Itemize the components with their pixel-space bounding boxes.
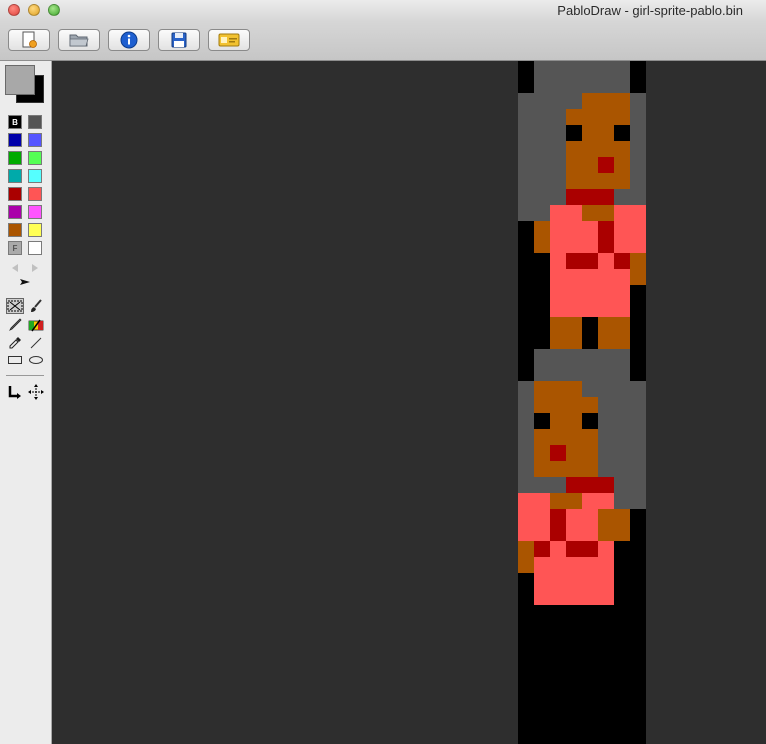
sprite-pixel-block xyxy=(614,125,630,141)
close-window-button[interactable] xyxy=(8,4,20,16)
sprite-pixel-block xyxy=(550,509,566,541)
palette-swatch-light-gray[interactable]: F xyxy=(8,241,22,255)
palette-swatch-cyan[interactable] xyxy=(8,169,22,183)
window-title: PabloDraw - girl-sprite-pablo.bin xyxy=(557,3,743,18)
folder-icon xyxy=(69,34,89,47)
ellipse-icon xyxy=(29,356,43,364)
tool-divider xyxy=(6,375,44,376)
palette-swatch-light-green[interactable] xyxy=(28,151,42,165)
title-bar: PabloDraw - girl-sprite-pablo.bin xyxy=(0,0,766,22)
palette-swatch-light-red[interactable] xyxy=(28,187,42,201)
brush-icon xyxy=(31,299,42,312)
color-brush-tool-button[interactable] xyxy=(27,317,45,333)
sprite-pixel-block xyxy=(534,381,582,397)
new-file-button[interactable] xyxy=(8,29,50,51)
save-button[interactable] xyxy=(158,29,200,51)
sprite-pixel-block xyxy=(582,205,614,221)
new-document-icon xyxy=(22,31,37,48)
sprite-pixel-block xyxy=(534,349,630,381)
sprite-pixel-block xyxy=(566,125,582,141)
minimize-window-button[interactable] xyxy=(28,4,40,16)
palette-swatch-blue[interactable] xyxy=(8,133,22,147)
palette-swatch-red[interactable] xyxy=(8,187,22,201)
sprite-pixel-block xyxy=(598,157,614,173)
palette-swatch-dark-gray[interactable] xyxy=(28,115,42,129)
line-icon xyxy=(30,337,42,349)
id-card-icon xyxy=(218,33,240,47)
sprite-pixel-block xyxy=(534,413,550,429)
toolbar xyxy=(0,22,766,61)
sprite-pixel-block xyxy=(566,189,614,205)
floppy-disk-icon xyxy=(171,32,187,48)
ansi-artwork xyxy=(518,61,646,744)
sprite-pixel-block xyxy=(566,477,614,493)
move-tool-button[interactable] xyxy=(27,384,45,400)
sprite-pixel-block xyxy=(582,413,598,429)
cursor-direction-icon xyxy=(8,386,21,399)
palette-swatch-magenta[interactable] xyxy=(8,205,22,219)
sprite-pixel-block xyxy=(582,93,630,109)
foreground-marker-label: F xyxy=(12,243,18,253)
rectangle-icon xyxy=(8,356,22,364)
selection-tool-button[interactable] xyxy=(6,298,24,314)
sauce-button[interactable] xyxy=(208,29,250,51)
palette-swatch-light-blue[interactable] xyxy=(28,133,42,147)
sprite-pixel-block xyxy=(534,541,550,557)
palette-swatch-white[interactable] xyxy=(28,241,42,255)
foreground-color-swatch[interactable] xyxy=(5,65,35,95)
palette-swatch-green[interactable] xyxy=(8,151,22,165)
sprite-pixel-block xyxy=(598,317,630,349)
sprite-pixel-block xyxy=(566,541,598,557)
sprite-pixel-block xyxy=(534,221,550,253)
sprite-pixel-block xyxy=(550,493,582,509)
palette-swatch-black[interactable]: B xyxy=(8,115,22,129)
cursor-direction-tool-button[interactable] xyxy=(6,384,24,400)
rectangle-tool-button[interactable] xyxy=(6,352,24,368)
zoom-window-button[interactable] xyxy=(48,4,60,16)
ellipse-tool-button[interactable] xyxy=(27,352,45,368)
drawing-canvas[interactable] xyxy=(52,61,766,744)
sprite-pixel-block xyxy=(550,317,582,349)
next-arrow-icon[interactable] xyxy=(30,263,40,273)
sprite-pixel-block xyxy=(598,509,630,541)
eyedropper-tool-button[interactable] xyxy=(6,335,24,351)
sprite-pixel-block xyxy=(566,253,598,269)
palette-swatch-light-cyan[interactable] xyxy=(28,169,42,183)
line-tool-button[interactable] xyxy=(27,335,45,351)
background-marker-label: B xyxy=(12,117,18,127)
palette-swatch-brown[interactable] xyxy=(8,223,22,237)
info-icon xyxy=(120,31,138,49)
info-button[interactable] xyxy=(108,29,150,51)
eyedropper-icon xyxy=(9,337,21,349)
previous-arrow-icon[interactable] xyxy=(10,263,20,273)
palette-swatch-light-magenta[interactable] xyxy=(28,205,42,219)
sprite-pixel-block xyxy=(630,253,646,285)
pencil-icon xyxy=(9,318,22,331)
sprite-pixel-block xyxy=(614,253,630,269)
sprite-pixel-block xyxy=(566,109,630,189)
palette-swatch-yellow[interactable] xyxy=(28,223,42,237)
tool-sidebar: B F xyxy=(0,61,52,744)
play-arrow-icon[interactable] xyxy=(19,277,31,287)
move-icon xyxy=(28,384,44,400)
color-brush-icon xyxy=(28,319,44,332)
selection-tool-icon xyxy=(7,300,23,312)
brush-tool-button[interactable] xyxy=(27,298,45,314)
sprite-pixel-block xyxy=(534,397,598,477)
pencil-tool-button[interactable] xyxy=(6,317,24,333)
sprite-pixel-block xyxy=(534,61,630,93)
sprite-pixel-block xyxy=(550,445,566,461)
open-file-button[interactable] xyxy=(58,29,100,51)
sprite-pixel-block xyxy=(598,221,614,253)
sprite-pixel-block xyxy=(518,541,534,573)
